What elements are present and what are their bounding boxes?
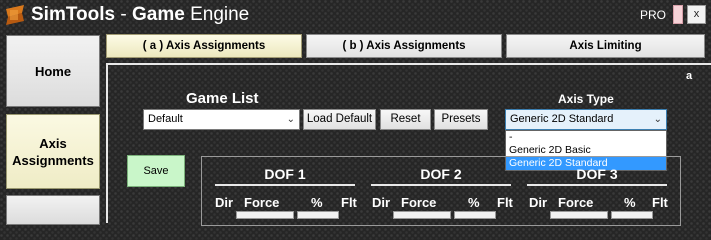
dof-3-dir-header: Dir — [529, 195, 548, 210]
game-list-label: Game List — [186, 90, 259, 107]
dof-2-force-field[interactable] — [393, 211, 451, 219]
sidebar-item-next[interactable] — [6, 195, 100, 225]
close-button[interactable]: x — [687, 5, 706, 24]
dof-2-percent-header: % — [468, 195, 480, 210]
tab-axis-assignments-b[interactable]: ( b ) Axis Assignments — [306, 34, 502, 58]
dof-2-percent-field[interactable] — [454, 211, 496, 219]
app-title-rest: Engine — [184, 4, 250, 25]
panel-marker: a — [686, 70, 693, 82]
simtools-logo-icon — [6, 5, 24, 25]
dof-1-divider — [215, 184, 355, 186]
reset-button[interactable]: Reset — [380, 109, 431, 130]
dof-3-percent-header: % — [624, 195, 636, 210]
app-title-bold: Game — [132, 4, 185, 25]
dof-1-percent-header: % — [311, 195, 323, 210]
sidebar-item-label: Home — [34, 63, 72, 79]
pro-indicator — [673, 5, 683, 24]
load-default-button[interactable]: Load Default — [303, 109, 376, 130]
chevron-down-icon: ⌄ — [286, 114, 295, 125]
app-title: SimTools - Game Engine — [31, 4, 249, 26]
dof-1-percent-field[interactable] — [297, 211, 339, 219]
save-button[interactable]: Save — [127, 155, 185, 187]
dof-3-percent-field[interactable] — [611, 211, 653, 219]
dof-2-title: DOF 2 — [420, 166, 462, 182]
game-list-select[interactable]: Default ⌄ — [143, 109, 300, 130]
title-bar: SimTools - Game Engine PRO x — [0, 0, 711, 30]
dof-3-force-header: Force — [558, 195, 594, 210]
app-title-separator: - — [115, 4, 132, 25]
dof-2-force-header: Force — [401, 195, 437, 210]
pro-label: PRO — [640, 8, 667, 22]
dof-3-divider — [527, 184, 667, 186]
sidebar-item-label: Axis Assignments — [12, 135, 94, 168]
axis-type-option[interactable]: - — [506, 131, 666, 144]
tab-axis-limiting[interactable]: Axis Limiting — [506, 34, 705, 58]
game-list-value: Default — [148, 113, 183, 125]
dof-2-dir-header: Dir — [372, 195, 391, 210]
sidebar-item-axis-assignments[interactable]: Axis Assignments — [6, 114, 100, 189]
dof-1-title: DOF 1 — [264, 166, 306, 182]
dof-1-force-header: Force — [244, 195, 280, 210]
dof-1-force-field[interactable] — [236, 211, 294, 219]
dof-3-title: DOF 3 — [576, 166, 618, 182]
dof-3-filter-header: Flt — [652, 195, 668, 210]
axis-type-value: Generic 2D Standard — [510, 113, 614, 125]
dof-2-filter-header: Flt — [497, 195, 513, 210]
axis-type-label: Axis Type — [558, 92, 614, 106]
app-title-brand: SimTools — [31, 4, 116, 25]
dof-1-filter-header: Flt — [341, 195, 357, 210]
presets-button[interactable]: Presets — [434, 109, 488, 130]
dof-1-dir-header: Dir — [215, 195, 234, 210]
axis-type-select[interactable]: Generic 2D Standard ⌄ — [505, 109, 667, 130]
sidebar-item-home[interactable]: Home — [6, 35, 100, 107]
chevron-down-icon: ⌄ — [653, 114, 662, 125]
dof-3-force-field[interactable] — [550, 211, 608, 219]
tab-axis-assignments-a[interactable]: ( a ) Axis Assignments — [106, 34, 302, 58]
dof-2-divider — [371, 184, 511, 186]
